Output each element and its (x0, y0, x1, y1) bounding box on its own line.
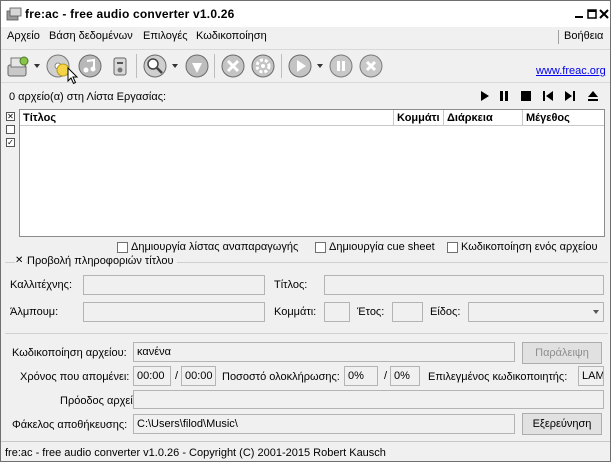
playlist-checkbox[interactable] (117, 242, 128, 253)
column-size[interactable]: Μέγεθος (523, 110, 604, 126)
select-all-checkbox[interactable]: ✕ (6, 112, 15, 121)
encoder-label: Επιλεγμένος κωδικοποιητής: (428, 371, 568, 383)
joblist[interactable]: Τίτλος Κομμάτι Διάρκεια Μέγεθος (19, 109, 605, 237)
play-dropdown-icon[interactable] (317, 64, 323, 68)
encoding-file-label: Κωδικοποίηση αρχείου: (12, 347, 127, 359)
artist-field[interactable] (83, 275, 265, 295)
search-dropdown-icon[interactable] (172, 64, 178, 68)
joblist-count: 0 αρχείο(α) στη Λίστα Εργασίας: (9, 91, 167, 103)
playlist-label: Δημιουργία λίστας αναπαραγωγής (131, 241, 299, 253)
tools-icon[interactable] (220, 53, 246, 79)
percent-total-field: 0% (390, 366, 420, 386)
title-label: Τίτλος: (274, 279, 308, 291)
menu-file[interactable]: Αρχείο (7, 30, 40, 42)
time-total-field: 00:00 (181, 366, 216, 386)
time-left-field: 00:00 (133, 366, 171, 386)
app-window: fre:ac - free audio converter v1.0.26 Αρ… (0, 0, 611, 462)
play-icon[interactable] (287, 53, 313, 79)
toolbar-separator (281, 54, 282, 78)
year-field[interactable] (392, 302, 423, 322)
single-file-label: Κωδικοποίηση ενός αρχείου (461, 241, 598, 253)
track-label: Κομμάτι: (274, 306, 317, 318)
title-info-toggle-checkbox[interactable]: ✕ (15, 256, 26, 267)
genre-dropdown[interactable] (468, 302, 604, 322)
next-track-icon[interactable] (564, 90, 576, 102)
menu-database[interactable]: Βάση δεδομένων (49, 30, 133, 42)
website-link[interactable]: www.freac.org (536, 65, 606, 77)
window-title: fre:ac - free audio converter v1.0.26 (25, 7, 235, 21)
status-bar: fre:ac - free audio converter v1.0.26 - … (1, 441, 610, 461)
close-icon[interactable] (599, 9, 609, 19)
clock-icon[interactable] (184, 53, 210, 79)
search-icon[interactable] (142, 53, 168, 79)
percent-label: Ποσοστό ολοκλήρωσης: (222, 371, 340, 383)
select-none-checkbox[interactable] (6, 125, 15, 134)
previous-track-icon[interactable] (542, 90, 554, 102)
output-folder-field[interactable]: C:\Users\filod\Music\ (133, 414, 515, 434)
menu-options[interactable]: Επιλογές (143, 30, 188, 42)
status-text: fre:ac - free audio converter v1.0.26 - … (5, 447, 386, 459)
title-info-toggle-label: Προβολή πληροφοριών τίτλου (27, 255, 177, 267)
percent-field: 0% (344, 366, 378, 386)
play-icon[interactable] (479, 90, 491, 102)
genre-label: Είδος: (430, 306, 461, 318)
cd-icon[interactable] (77, 53, 103, 79)
title-bar[interactable]: fre:ac - free audio converter v1.0.26 (1, 1, 610, 27)
percent-slash: / (384, 370, 388, 382)
add-files-icon[interactable] (5, 53, 31, 79)
menu-encode[interactable]: Κωδικοποίηση (196, 30, 267, 42)
artist-label: Καλλιτέχνης: (10, 279, 73, 291)
cuesheet-checkbox[interactable] (315, 242, 326, 253)
menu-bar: Αρχείο Βάση δεδομένων Επιλογές Κωδικοποί… (1, 28, 610, 46)
folder-label: Φάκελος αποθήκευσης: (12, 419, 128, 431)
column-track[interactable]: Κομμάτι (394, 110, 444, 126)
chevron-down-icon (593, 310, 599, 314)
toggle-selection-checkbox[interactable]: ✓ (6, 138, 15, 147)
gear-icon[interactable] (250, 53, 276, 79)
file-progress-bar (133, 390, 604, 409)
toolbar: www.freac.org (1, 49, 610, 85)
stop-icon[interactable] (520, 90, 532, 102)
column-duration[interactable]: Διάρκεια (444, 110, 523, 126)
single-file-checkbox[interactable] (447, 242, 458, 253)
toolbar-separator (214, 54, 215, 78)
minimize-icon[interactable] (574, 9, 584, 19)
toolbar-separator (136, 54, 137, 78)
browse-button[interactable]: Εξερεύνηση (522, 413, 602, 435)
year-label: Έτος: (357, 306, 385, 318)
maximize-icon[interactable] (587, 9, 597, 19)
encoding-divider (5, 333, 608, 334)
encoding-file-field: κανένα (133, 342, 515, 362)
cuesheet-label: Δημιουργία cue sheet (329, 241, 435, 253)
app-logo-icon (6, 7, 22, 21)
title-field[interactable] (324, 275, 604, 295)
add-files-dropdown-icon[interactable] (34, 64, 40, 68)
album-label: Άλμπουμ: (10, 306, 59, 318)
time-slash: / (175, 370, 179, 382)
skip-button[interactable]: Παράλειψη (522, 342, 602, 364)
eject-icon[interactable] (587, 90, 599, 102)
remove-icon[interactable] (107, 53, 133, 79)
pause-icon[interactable] (328, 53, 354, 79)
album-field[interactable] (83, 302, 265, 322)
menu-help[interactable]: Βοήθεια (564, 30, 603, 42)
encoder-field: LAM (578, 366, 604, 386)
menu-separator (558, 30, 559, 44)
track-field[interactable] (324, 302, 350, 322)
stop-icon[interactable] (358, 53, 384, 79)
time-left-label: Χρόνος που απομένει: (20, 371, 130, 383)
column-title[interactable]: Τίτλος (20, 110, 394, 126)
pause-icon[interactable] (498, 90, 510, 102)
